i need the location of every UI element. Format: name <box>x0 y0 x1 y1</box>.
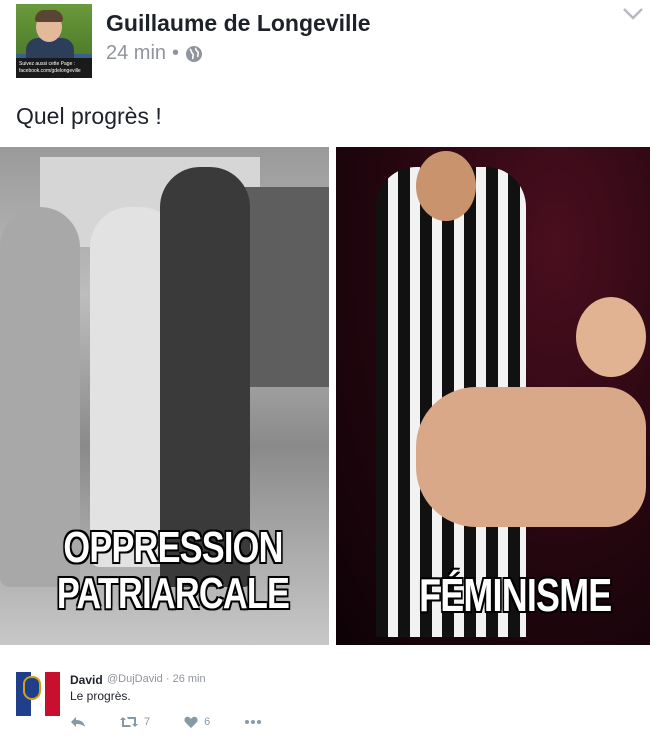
avatar-banner: Suivez aussi cette Page : facebook.com/g… <box>16 58 92 78</box>
author-name[interactable]: Guillaume de Longeville <box>106 10 371 37</box>
reply-icon <box>71 717 85 727</box>
author-avatar[interactable]: Suivez aussi cette Page : facebook.com/g… <box>16 4 92 78</box>
more-icon <box>245 720 262 724</box>
post-text: Quel progrès ! <box>16 103 162 129</box>
avatar-hair <box>35 10 63 22</box>
embedded-tweet: David @DujDavid · 26 min Le progrès. 7 6 <box>0 660 650 743</box>
like-button[interactable]: 6 <box>184 716 210 728</box>
meta-separator: • <box>172 42 180 64</box>
tweet-actions: 7 6 <box>70 714 296 730</box>
photo-performer <box>416 387 646 527</box>
retweet-icon <box>120 717 138 727</box>
heart-icon <box>184 716 198 728</box>
crest-icon <box>23 676 41 700</box>
retweet-count: 7 <box>144 716 151 728</box>
photo-singer-head <box>416 151 476 221</box>
post-time[interactable]: 24 min <box>106 42 166 65</box>
chevron-down-icon[interactable] <box>622 6 644 22</box>
reply-button[interactable] <box>70 716 86 728</box>
comment-text: Le progrès. <box>70 689 131 703</box>
meme-caption-left: OPPRESSION PATRIARCALE <box>56 525 290 617</box>
caption-left-line2: PATRIARCALE <box>56 569 290 618</box>
flag-red <box>45 672 60 716</box>
more-button[interactable] <box>244 719 262 725</box>
meme-caption-right: FÉMINISME <box>419 569 612 621</box>
globe-icon[interactable] <box>185 45 203 63</box>
retweet-button[interactable]: 7 <box>120 716 150 728</box>
caption-left-line1: OPPRESSION <box>63 523 283 572</box>
commenter-name[interactable]: David <box>70 673 103 687</box>
commenter-handle[interactable]: @DujDavid · 26 min <box>107 673 206 685</box>
photo-performer-head <box>576 297 646 377</box>
like-count: 6 <box>204 716 211 728</box>
post-meta: 24 min • <box>106 42 203 65</box>
post-header: Suivez aussi cette Page : facebook.com/g… <box>0 0 650 90</box>
meme-image[interactable]: OPPRESSION PATRIARCALE FÉMINISME <box>0 147 650 645</box>
